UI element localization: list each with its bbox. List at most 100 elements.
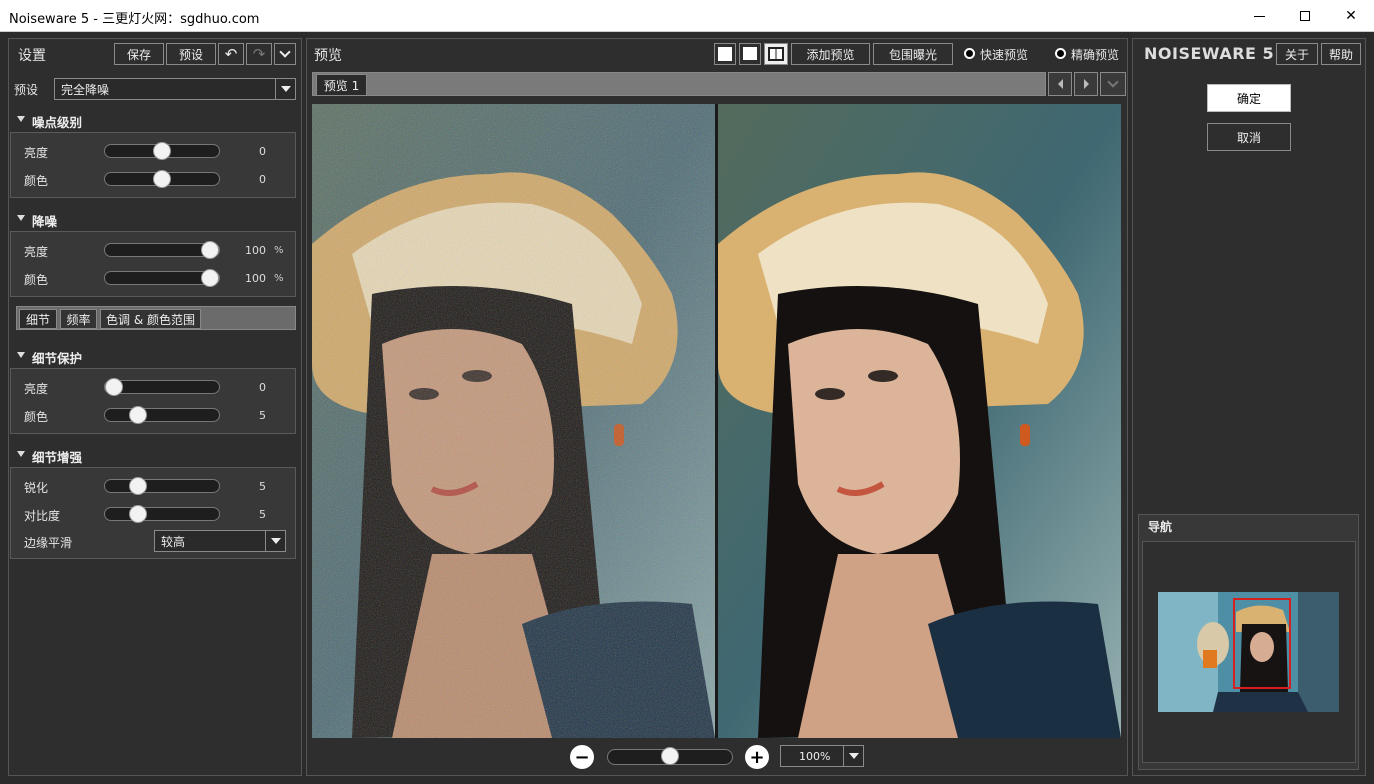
slider-knob[interactable] [129, 406, 147, 424]
slider-knob[interactable] [153, 142, 171, 160]
app-logo: NOISEWARE 5 [1144, 44, 1275, 63]
preset-select[interactable]: 完全降噪 [54, 78, 296, 100]
minus-icon: − [574, 746, 590, 768]
edge-smoothing-select[interactable]: 较高 [154, 530, 286, 552]
split-vertical-button[interactable] [764, 43, 788, 65]
slider-knob[interactable] [661, 747, 679, 765]
zoom-value: 100% [799, 749, 831, 763]
accurate-preview-label: 精确预览 [1071, 48, 1120, 62]
section-detail-enhance[interactable]: 细节增强 [17, 447, 82, 466]
split-horizontal-icon [743, 47, 757, 61]
detail-protect-color-label: 颜色 [24, 410, 49, 424]
tab-tone-color-range[interactable]: 色调 & 颜色范围 [100, 309, 201, 329]
edge-smoothing-label: 边缘平滑 [24, 536, 73, 550]
slider-knob[interactable] [105, 378, 123, 396]
detail-protect-luminance-label: 亮度 [24, 382, 49, 396]
detail-enhance-sharpen-slider[interactable] [104, 477, 220, 495]
tab-preview-1[interactable]: 预览 1 [316, 74, 367, 96]
detail-protect-luminance-value: 0 [259, 381, 266, 394]
save-button[interactable]: 保存 [114, 43, 164, 65]
window-title: Noiseware 5 - 三更灯火网：sgdhuo.com [9, 12, 260, 27]
dropdown-arrow-icon [265, 531, 285, 551]
zoom-select[interactable]: 100% [780, 745, 864, 767]
chevron-down-icon [279, 46, 291, 58]
single-view-button[interactable] [714, 43, 736, 65]
preview-tab-bar [312, 72, 1046, 96]
detail-protect-color-slider[interactable] [104, 406, 220, 424]
about-button[interactable]: 关于 [1276, 43, 1318, 65]
section-noise-level-title: 噪点级别 [32, 115, 83, 130]
next-tab-button[interactable] [1074, 72, 1098, 96]
noise-reduction-luminance-unit: % [274, 245, 284, 256]
section-noise-reduction[interactable]: 降噪 [17, 211, 57, 230]
noise-level-color-slider[interactable] [104, 170, 220, 188]
preview-title: 预览 [314, 48, 342, 64]
title-bar: Noiseware 5 - 三更灯火网：sgdhuo.com ✕ [0, 0, 1374, 32]
slider-knob[interactable] [201, 241, 219, 259]
preview-denoised-image[interactable] [718, 104, 1121, 738]
noise-reduction-luminance-slider[interactable] [104, 241, 220, 259]
detail-enhance-sharpen-label: 锐化 [24, 481, 49, 495]
noise-level-color-value: 0 [259, 173, 266, 186]
accurate-preview-radio[interactable] [1055, 48, 1066, 59]
noise-reduction-luminance-label: 亮度 [24, 245, 49, 259]
zoom-slider[interactable] [607, 747, 733, 765]
slider-knob[interactable] [129, 505, 147, 523]
undo-icon: ↶ [224, 45, 238, 63]
noise-level-color-label: 颜色 [24, 174, 49, 188]
detail-protect-box [10, 368, 296, 434]
split-horizontal-button[interactable] [739, 43, 761, 65]
preview-original-image[interactable] [312, 104, 715, 738]
tab-menu-button[interactable] [1100, 72, 1126, 96]
noise-level-box [10, 132, 296, 198]
detail-protect-color-value: 5 [259, 409, 266, 422]
cancel-button[interactable]: 取消 [1207, 123, 1291, 151]
noise-reduction-color-value: 100 [245, 272, 266, 285]
help-button[interactable]: 帮助 [1321, 43, 1361, 65]
settings-title: 设置 [18, 48, 46, 64]
close-icon: ✕ [1345, 8, 1357, 24]
noise-level-luminance-slider[interactable] [104, 142, 220, 160]
chevron-right-icon [1083, 79, 1089, 89]
redo-icon: ↷ [252, 45, 266, 63]
zoom-in-button[interactable]: + [745, 745, 769, 769]
edge-smoothing-value: 较高 [161, 534, 186, 549]
tab-detail[interactable]: 细节 [19, 309, 57, 329]
noise-reduction-color-slider[interactable] [104, 269, 220, 287]
undo-button[interactable]: ↶ [218, 43, 244, 65]
close-button[interactable]: ✕ [1328, 0, 1374, 32]
split-vertical-icon [768, 47, 784, 61]
zoom-out-button[interactable]: − [570, 745, 594, 769]
section-detail-protect[interactable]: 细节保护 [17, 348, 83, 367]
noise-reduction-color-label: 颜色 [24, 273, 49, 287]
noise-reduction-box [10, 231, 296, 297]
add-preview-button[interactable]: 添加预览 [791, 43, 870, 65]
section-noise-level[interactable]: 噪点级别 [17, 112, 83, 131]
navigator-title: 导航 [1148, 520, 1173, 534]
redo-button[interactable]: ↷ [246, 43, 272, 65]
prev-tab-button[interactable] [1048, 72, 1072, 96]
section-detail-protect-title: 细节保护 [32, 351, 83, 366]
minimize-button[interactable] [1236, 0, 1282, 32]
preset-button[interactable]: 预设 [166, 43, 216, 65]
slider-knob[interactable] [153, 170, 171, 188]
noise-level-luminance-label: 亮度 [24, 146, 49, 160]
ok-button[interactable]: 确定 [1207, 84, 1291, 112]
slider-knob[interactable] [201, 269, 219, 287]
noise-level-luminance-value: 0 [259, 145, 266, 158]
tab-frequency[interactable]: 频率 [60, 309, 97, 329]
detail-enhance-contrast-value: 5 [259, 508, 266, 521]
detail-protect-luminance-slider[interactable] [104, 378, 220, 396]
clip-exposure-button[interactable]: 包围曝光 [873, 43, 953, 65]
detail-enhance-contrast-slider[interactable] [104, 505, 220, 523]
navigator-view-rect[interactable] [1233, 598, 1291, 689]
settings-menu-button[interactable] [274, 43, 296, 65]
maximize-button[interactable] [1282, 0, 1328, 32]
detail-enhance-sharpen-value: 5 [259, 480, 266, 493]
noise-reduction-luminance-value: 100 [245, 244, 266, 257]
maximize-icon [1300, 11, 1310, 21]
dropdown-arrow-icon [275, 79, 295, 99]
slider-knob[interactable] [129, 477, 147, 495]
fast-preview-radio[interactable] [964, 48, 975, 59]
noise-reduction-color-unit: % [274, 273, 284, 284]
